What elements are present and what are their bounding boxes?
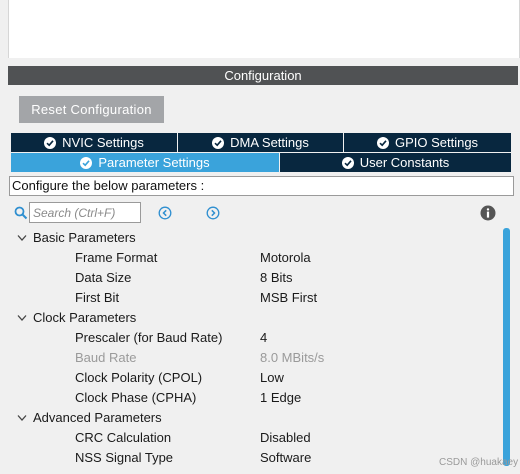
parameters-description: Configure the below parameters : [9,176,514,196]
param-name: CRC Calculation [75,430,172,445]
param-name: NSS Signal Type [75,450,174,465]
tab-label: GPIO Settings [394,135,479,150]
watermark: CSDN @huakaey [439,457,519,468]
param-value[interactable]: Software [260,448,311,468]
info-icon[interactable] [480,205,496,221]
param-name: Baud Rate [75,350,137,365]
tab-label: DMA Settings [230,135,309,150]
tab-label: Parameter Settings [98,155,210,170]
param-value[interactable]: 8 Bits [260,268,293,288]
tab-user-constants[interactable]: User Constants [280,153,511,172]
check-circle-icon [376,136,389,149]
param-value[interactable]: Low [260,368,284,388]
reset-configuration-button[interactable]: Reset Configuration [19,96,164,123]
param-value[interactable]: 1 Edge [260,388,301,408]
param-name: Frame Format [75,250,158,265]
check-circle-icon [80,156,93,169]
tab-label: NVIC Settings [62,135,144,150]
tab-parameter-settings[interactable]: Parameter Settings [11,153,279,172]
group-label: Basic Parameters [33,230,136,245]
configuration-header: Configuration [8,66,518,85]
param-value[interactable]: 4 [260,328,267,348]
group-label: Advanced Parameters [33,410,162,425]
chevron-down-icon[interactable] [17,314,27,322]
top-panel [8,0,520,58]
param-name: Prescaler (for Baud Rate) [75,330,223,345]
tab-dma-settings[interactable]: DMA Settings [178,133,343,152]
param-name: Clock Polarity (CPOL) [75,370,203,385]
arrow-left-circle-icon[interactable] [158,206,172,220]
arrow-right-circle-icon[interactable] [206,206,220,220]
param-value[interactable]: Disabled [260,428,311,448]
chevron-down-icon[interactable] [17,414,27,422]
param-value[interactable]: MSB First [260,288,317,308]
chevron-down-icon[interactable] [17,234,27,242]
param-value[interactable]: Motorola [260,248,311,268]
param-name: First Bit [75,290,120,305]
check-circle-icon [212,136,225,149]
group-label: Clock Parameters [33,310,137,325]
param-name: Clock Phase (CPHA) [75,390,197,405]
tab-nvic-settings[interactable]: NVIC Settings [11,133,177,152]
tab-gpio-settings[interactable]: GPIO Settings [344,133,511,152]
param-value: 8.0 MBits/s [260,350,325,365]
param-name: Data Size [75,270,132,285]
search-input[interactable] [29,202,141,223]
check-circle-icon [341,156,354,169]
tab-label: User Constants [359,155,450,170]
check-circle-icon [44,136,57,149]
vertical-scrollbar[interactable] [503,228,510,466]
search-icon[interactable] [14,206,28,220]
